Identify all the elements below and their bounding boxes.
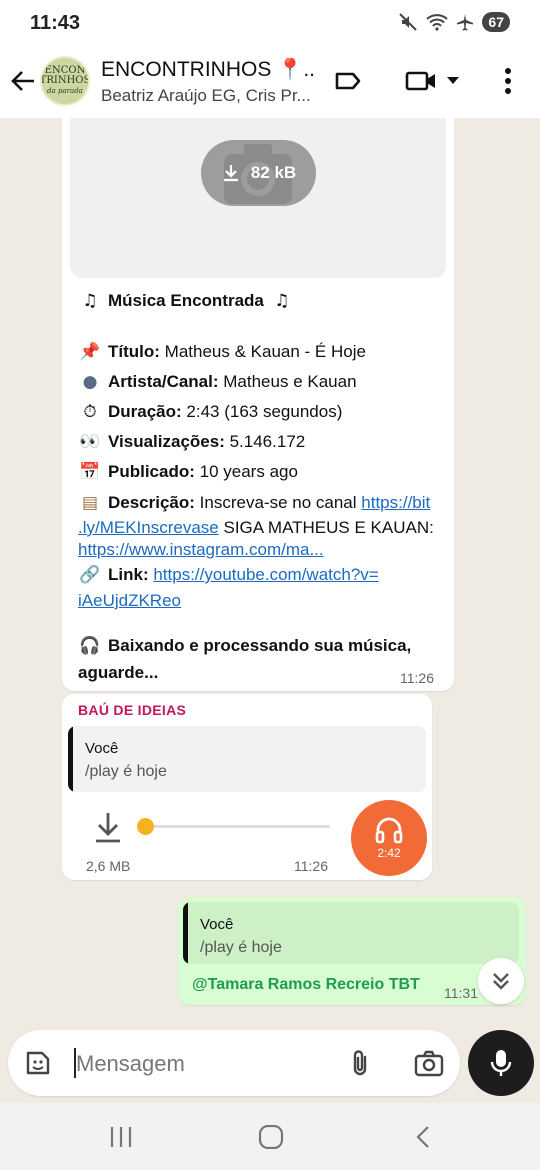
own-mention[interactable]: @Tamara Ramos Recreio TBT <box>192 976 420 994</box>
publicado-label: Publicado: <box>108 462 195 481</box>
views-label: Visualizações: <box>108 432 225 451</box>
status-icons: 67 <box>398 12 510 32</box>
recent-apps-icon[interactable] <box>108 1125 134 1149</box>
group-members[interactable]: Beatriz Araújo EG, Cris Pr... <box>101 86 316 106</box>
audio-sender-name[interactable]: BAÚ DE IDEIAS <box>78 702 186 718</box>
msg-publicado-line: 📅 Publicado: 10 years ago <box>79 462 298 482</box>
double-chevron-down-icon <box>493 973 509 990</box>
wifi-icon <box>426 14 449 31</box>
image-download-button[interactable]: 82 kB <box>201 140 316 206</box>
link-value-a[interactable]: https://youtube.com/watch?v= <box>153 565 378 584</box>
voice-record-button[interactable] <box>468 1030 534 1096</box>
msg-processing-line: 🎧 Baixando e processando sua música, <box>79 636 412 656</box>
own-quote-name: Você <box>200 916 234 933</box>
audio-progress-track[interactable] <box>145 825 330 828</box>
msg-duracao-line: ⏱ Duração: 2:43 (163 segundos) <box>83 402 343 422</box>
camera-icon[interactable] <box>413 1049 445 1077</box>
label-icon[interactable] <box>333 66 363 96</box>
duracao-value: 2:43 (163 segundos) <box>186 402 343 421</box>
video-call-icon[interactable] <box>404 66 438 96</box>
status-bar: 11:43 67 <box>0 0 540 48</box>
descricao-link-2[interactable]: https://www.instagram.com/ma... <box>78 540 324 559</box>
link-label: Link: <box>108 565 149 584</box>
airplane-icon <box>457 14 474 31</box>
msg-titulo-line: 📌 Título: Matheus & Kauan - É Hoje <box>79 342 366 362</box>
msg-views-line: 👀 Visualizações: 5.146.172 <box>79 432 306 452</box>
msg-title-line: ♫ Música Encontrada ♫ <box>82 291 290 311</box>
headphones-icon <box>375 817 403 844</box>
back-arrow-icon[interactable] <box>10 68 36 94</box>
audio-duration: 2:42 <box>377 846 401 860</box>
avatar-text-2: TRINHOS <box>40 75 90 86</box>
msg-descricao-line-3: https://www.instagram.com/ma... <box>78 540 324 560</box>
views-value: 5.146.172 <box>229 432 306 451</box>
chat-header: ENCON TRINHOS da parada ENCONTRINHOS 📍..… <box>0 48 540 118</box>
audio-progress-knob[interactable] <box>137 818 154 835</box>
image-size: 82 kB <box>250 163 297 182</box>
descricao-cont: SIGA MATHEUS E KAUAN: <box>223 518 434 537</box>
audio-quote-name: Você <box>85 740 119 757</box>
quote-bar <box>68 726 73 792</box>
msg-artista-line: ● Artista/Canal: Matheus e Kauan <box>82 372 357 392</box>
audio-play-button[interactable]: 2:42 <box>351 800 427 876</box>
msg-link-line-2: iAeUjdZKReo <box>78 591 181 611</box>
msg-descricao-line-2: .ly/MEKInscrevase SIGA MATHEUS E KAUAN: <box>78 518 434 538</box>
chevron-down-icon[interactable] <box>446 76 460 86</box>
descricao-label: Descrição: <box>108 493 195 512</box>
audio-message-time: 11:26 <box>294 858 328 874</box>
home-icon[interactable] <box>258 1125 284 1149</box>
attach-icon[interactable] <box>348 1048 372 1078</box>
mic-icon <box>490 1050 512 1076</box>
own-quoted-message[interactable]: Você /play é hoje <box>183 902 519 964</box>
message-input[interactable]: Mensagem <box>8 1030 460 1096</box>
download-icon[interactable] <box>92 810 124 844</box>
descricao-value: Inscreva-se no canal <box>199 493 357 512</box>
msg-title: Música Encontrada <box>108 291 264 310</box>
titulo-value: Matheus & Kauan - É Hoje <box>164 342 366 361</box>
group-name[interactable]: ENCONTRINHOS 📍... <box>101 58 316 82</box>
bot-message-time: 11:26 <box>400 670 434 686</box>
audio-quote-text: /play é hoje <box>85 763 167 780</box>
system-nav-bar <box>0 1103 540 1170</box>
group-avatar[interactable]: ENCON TRINHOS da parada <box>40 56 90 106</box>
sticker-icon[interactable] <box>24 1049 52 1077</box>
descricao-link-1b[interactable]: .ly/MEKInscrevase <box>78 518 219 537</box>
mute-icon <box>399 13 418 31</box>
status-time: 11:43 <box>30 12 81 34</box>
message-placeholder: Mensagem <box>76 1051 185 1076</box>
descricao-link-1a[interactable]: https://bit <box>361 493 430 512</box>
msg-link-line: 🔗 Link: https://youtube.com/watch?v= <box>79 565 379 585</box>
processing-text-2: aguarde... <box>78 663 159 682</box>
own-quote-text: /play é hoje <box>200 939 282 956</box>
duracao-label: Duração: <box>108 402 182 421</box>
artista-value: Matheus e Kauan <box>223 372 357 391</box>
own-quote-bar <box>183 902 188 964</box>
battery-indicator: 67 <box>482 12 510 32</box>
processing-text-1: Baixando e processando sua música, <box>108 636 412 655</box>
scroll-down-button[interactable] <box>478 958 524 1004</box>
download-icon <box>223 165 238 182</box>
publicado-value: 10 years ago <box>199 462 298 481</box>
own-message-time: 11:31 <box>444 985 478 1001</box>
more-vert-icon[interactable] <box>503 66 513 96</box>
msg-descricao-line: ▤ Descrição: Inscreva-se no canal https:/… <box>81 493 431 513</box>
msg-processing-line-2: aguarde... <box>78 663 158 683</box>
titulo-label: Título: <box>108 342 160 361</box>
audio-size: 2,6 MB <box>86 858 131 874</box>
artista-label: Artista/Canal: <box>108 372 219 391</box>
avatar-text-3: da parada <box>47 87 83 95</box>
nav-back-icon[interactable] <box>414 1125 432 1149</box>
link-value-b[interactable]: iAeUjdZKReo <box>78 591 181 610</box>
audio-quoted-message[interactable]: Você /play é hoje <box>68 726 426 792</box>
